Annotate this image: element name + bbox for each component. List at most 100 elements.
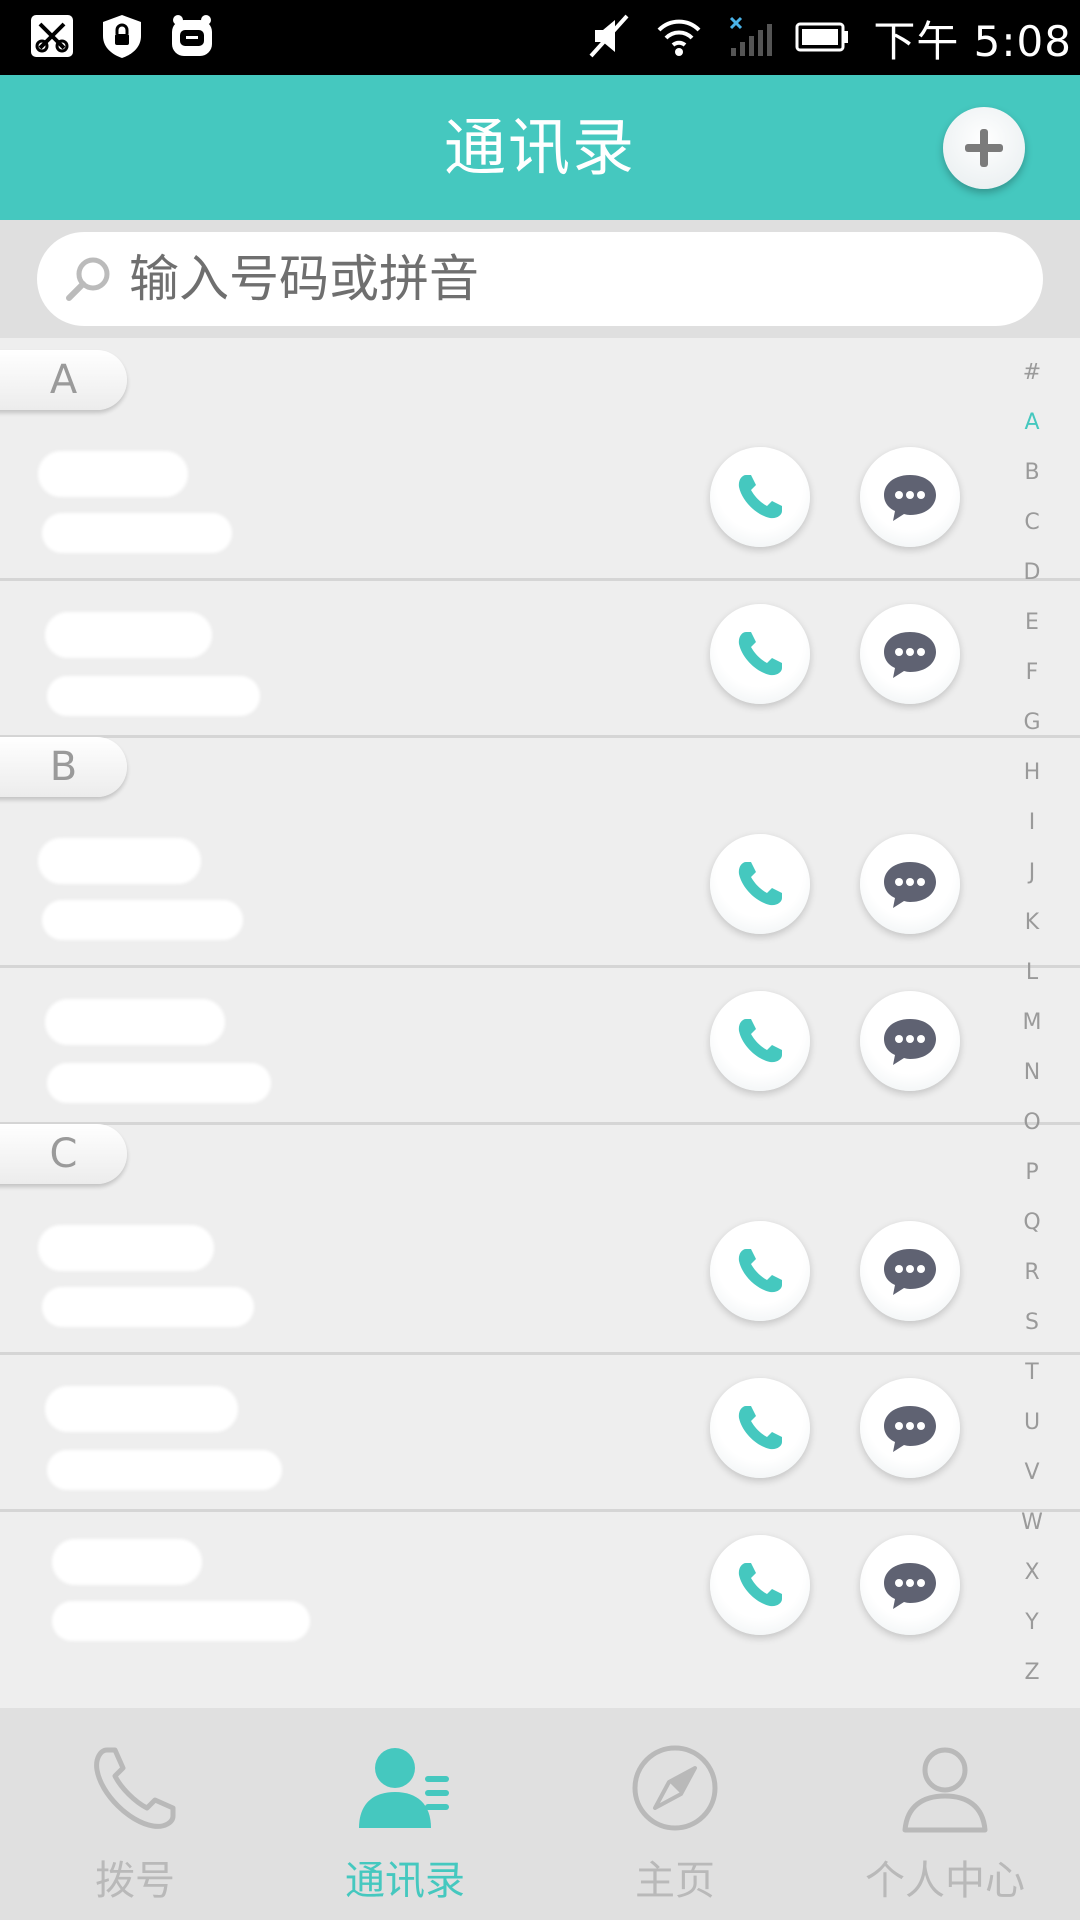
index-letter[interactable]: G <box>1010 710 1054 735</box>
call-button[interactable] <box>710 991 810 1091</box>
index-letter[interactable]: B <box>1010 460 1054 485</box>
phone-icon <box>738 1406 782 1450</box>
message-button[interactable] <box>860 834 960 934</box>
index-letter[interactable]: R <box>1010 1260 1054 1285</box>
phone-icon <box>738 1019 782 1063</box>
index-letter[interactable]: M <box>1010 1010 1054 1035</box>
row-divider <box>0 735 1080 738</box>
call-button[interactable] <box>710 447 810 547</box>
battery-icon <box>795 16 851 60</box>
contact-row[interactable] <box>0 580 1000 737</box>
redacted-number <box>52 1601 310 1641</box>
redacted-name <box>52 1539 202 1585</box>
message-icon <box>884 475 936 521</box>
redacted-name <box>45 1386 238 1432</box>
index-letter[interactable]: U <box>1010 1410 1054 1435</box>
no-signal-icon <box>725 12 773 64</box>
add-contact-button[interactable] <box>943 107 1025 189</box>
message-icon <box>884 632 936 678</box>
nav-item-dial[interactable]: 拨号 <box>0 1708 270 1920</box>
redacted-name <box>38 838 201 884</box>
phone-icon <box>738 1563 782 1607</box>
nav-label: 拨号 <box>95 1858 175 1904</box>
nav-item-home[interactable]: 主页 <box>540 1708 810 1920</box>
call-button[interactable] <box>710 1221 810 1321</box>
index-letter[interactable]: K <box>1010 910 1054 935</box>
index-letter[interactable]: I <box>1010 810 1054 835</box>
index-letter[interactable]: P <box>1010 1160 1054 1185</box>
call-button[interactable] <box>710 1378 810 1478</box>
phone-icon <box>738 632 782 676</box>
nav-item-contacts[interactable]: 通讯录 <box>270 1708 540 1920</box>
message-button[interactable] <box>860 447 960 547</box>
mute-icon <box>585 12 633 64</box>
index-letter[interactable]: Q <box>1010 1210 1054 1235</box>
index-letter[interactable]: N <box>1010 1060 1054 1085</box>
index-letter[interactable]: A <box>1010 410 1054 435</box>
index-letter[interactable]: Y <box>1010 1610 1054 1635</box>
message-button[interactable] <box>860 604 960 704</box>
index-letter[interactable]: S <box>1010 1310 1054 1335</box>
redacted-name <box>45 612 212 658</box>
call-button[interactable] <box>710 1535 810 1635</box>
status-bar: 下午 5:08 <box>0 0 1080 75</box>
app-header: 通讯录 <box>0 75 1080 220</box>
contact-row[interactable] <box>0 967 1000 1124</box>
redacted-number <box>42 900 243 940</box>
index-letter[interactable]: E <box>1010 610 1054 635</box>
phone-icon <box>738 475 782 519</box>
index-letter[interactable]: F <box>1010 660 1054 685</box>
message-button[interactable] <box>860 1378 960 1478</box>
redacted-number <box>47 676 260 716</box>
phone-icon <box>738 1249 782 1293</box>
contact-row[interactable] <box>0 1197 1000 1354</box>
contact-row[interactable] <box>0 1511 1000 1668</box>
search-input[interactable] <box>127 249 931 309</box>
index-letter[interactable]: J <box>1010 860 1054 885</box>
scissors-notification-icon <box>28 12 76 60</box>
section-header-a: A <box>0 350 127 410</box>
search-icon <box>66 257 110 301</box>
page-title: 通讯录 <box>443 111 636 184</box>
contact-row[interactable] <box>0 810 1000 967</box>
message-icon <box>884 1019 936 1065</box>
index-letter[interactable]: D <box>1010 560 1054 585</box>
bottom-navigation: 拨号 通讯录 主页 个人中心 <box>0 1708 1080 1920</box>
redacted-number <box>42 513 232 553</box>
nav-item-profile[interactable]: 个人中心 <box>810 1708 1080 1920</box>
call-button[interactable] <box>710 604 810 704</box>
shield-notification-icon <box>98 12 146 60</box>
message-icon <box>884 1249 936 1295</box>
contact-row[interactable] <box>0 423 1000 580</box>
index-letter[interactable]: L <box>1010 960 1054 985</box>
redacted-name <box>38 451 188 497</box>
index-letter[interactable]: O <box>1010 1110 1054 1135</box>
index-letter[interactable]: W <box>1010 1510 1054 1535</box>
message-button[interactable] <box>860 1535 960 1635</box>
message-button[interactable] <box>860 1221 960 1321</box>
index-letter[interactable]: # <box>1010 360 1054 385</box>
index-letter[interactable]: H <box>1010 760 1054 785</box>
message-button[interactable] <box>860 991 960 1091</box>
call-button[interactable] <box>710 834 810 934</box>
phone-icon <box>738 862 782 906</box>
plus-icon <box>965 129 1003 167</box>
nav-label: 通讯录 <box>345 1858 465 1904</box>
robot-notification-icon <box>168 12 216 60</box>
message-icon <box>884 1406 936 1452</box>
index-letter[interactable]: X <box>1010 1560 1054 1585</box>
wifi-icon <box>655 12 703 64</box>
contact-row[interactable] <box>0 1354 1000 1511</box>
section-header-b: B <box>0 737 127 797</box>
compass-icon <box>632 1745 718 1831</box>
index-letter[interactable]: Z <box>1010 1660 1054 1685</box>
contact-list[interactable]: ABC <box>0 338 1080 1708</box>
phone-icon <box>94 1747 176 1829</box>
index-letter[interactable]: T <box>1010 1360 1054 1385</box>
row-divider <box>0 1122 1080 1125</box>
redacted-number <box>47 1450 282 1490</box>
redacted-number <box>47 1063 271 1103</box>
index-letter[interactable]: C <box>1010 510 1054 535</box>
index-letter[interactable]: V <box>1010 1460 1054 1485</box>
person-icon <box>902 1747 988 1833</box>
